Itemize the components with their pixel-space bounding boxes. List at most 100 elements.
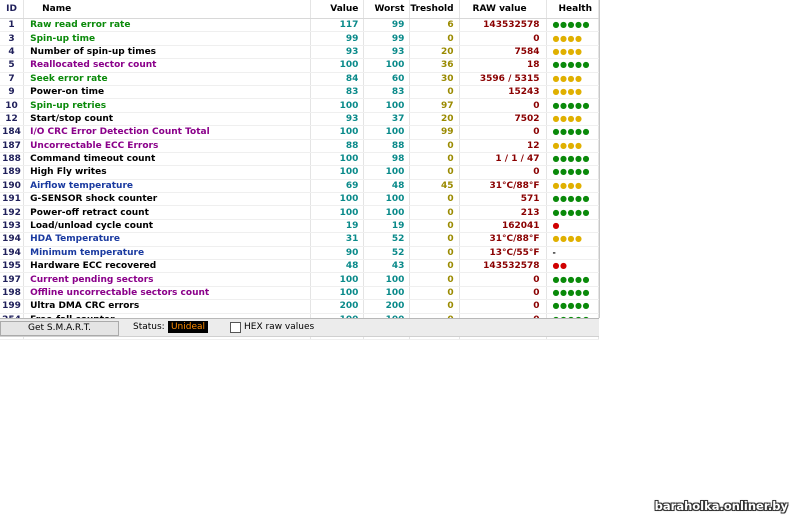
table-row[interactable]: 198 Offline uncorrectable sectors count 10… [0, 286, 600, 301]
table-row[interactable]: 12 Start/stop count 93 37 20 7502 ●●●● [0, 112, 600, 127]
row-name: Minimum temperature [23, 246, 312, 261]
row-value: 69 [310, 179, 365, 194]
table-row[interactable]: 197 Current pending sectors 100 100 0 0 ●●●●● [0, 272, 600, 287]
row-id: 10 [0, 98, 25, 113]
row-value: 93 [310, 112, 365, 127]
header-threshold[interactable]: Treshold [409, 0, 460, 19]
row-name: Airflow temperature [23, 179, 312, 194]
row-id: 7 [0, 72, 25, 86]
row-health: ●●●● [546, 45, 600, 60]
table-row[interactable]: 10 Spin-up retries 100 100 97 0 ●●●●● [0, 98, 600, 113]
row-id: 1 [0, 18, 25, 33]
row-name: Start/stop count [23, 112, 312, 127]
table-row[interactable]: 184 I/O CRC Error Detection Count Total 10… [0, 125, 600, 140]
row-raw: 7502 [459, 112, 547, 127]
row-value: 84 [310, 72, 365, 86]
row-worst: 99 [363, 31, 411, 46]
table-row[interactable]: 1 Raw read error rate 117 99 6 143532578 ●●●●● [0, 18, 600, 33]
row-health: ●●●● [546, 232, 600, 247]
row-threshold: 0 [409, 259, 460, 274]
row-name: Hardware ECC recovered [23, 259, 312, 274]
row-id: 195 [0, 259, 25, 274]
row-value: 31 [310, 232, 365, 247]
row-threshold: 0 [409, 205, 460, 220]
get-smart-button[interactable]: Get S.M.A.R.T. [0, 321, 119, 336]
row-name: Number of spin-up times [23, 45, 312, 60]
header-value[interactable]: Value [310, 0, 365, 19]
row-raw: 162041 [459, 219, 547, 234]
row-name: High Fly writes [23, 165, 312, 180]
row-health: ●●●● [546, 179, 600, 194]
row-name: Power-off retract count [23, 205, 312, 220]
row-worst: 100 [363, 125, 411, 140]
row-threshold: 36 [409, 58, 460, 73]
row-value: 100 [310, 205, 365, 220]
row-health: ●●●●● [546, 272, 600, 287]
hex-raw-label[interactable]: HEX raw values [244, 322, 314, 333]
row-id: 191 [0, 192, 25, 207]
row-health: ●●●● [546, 139, 600, 153]
row-health: ● [546, 219, 600, 234]
row-worst: 93 [363, 45, 411, 60]
row-name: Power-on time [23, 85, 312, 100]
table-row[interactable]: 188 Command timeout count 100 98 0 1 / 1 / 47… [0, 152, 600, 167]
row-health: - [546, 246, 600, 261]
row-worst: 48 [363, 179, 411, 194]
row-raw: 3596 / 5315 [459, 72, 547, 86]
table-row[interactable]: 9 Power-on time 83 83 0 15243 ●●●● [0, 85, 600, 100]
row-raw: 31°C/88°F [459, 232, 547, 247]
row-threshold: 99 [409, 125, 460, 140]
row-raw: 18 [459, 58, 547, 73]
row-health: ●●●●● [546, 152, 600, 167]
row-health: ●●●●● [546, 299, 600, 314]
table-row[interactable]: 194 Minimum temperature 90 52 0 13°C/55°F - [0, 246, 600, 261]
header-worst[interactable]: Worst [363, 0, 411, 19]
table-row[interactable]: 194 HDA Temperature 31 52 0 31°C/88°F ●●●● [0, 232, 600, 247]
header-id[interactable]: ID [0, 0, 25, 19]
hex-raw-checkbox[interactable] [230, 322, 241, 333]
row-worst: 88 [363, 139, 411, 153]
header-health[interactable]: Health [546, 0, 600, 19]
row-threshold: 0 [409, 139, 460, 153]
table-row[interactable]: 199 Ultra DMA CRC errors 200 200 0 0 ●●●●● [0, 299, 600, 314]
row-id: 194 [0, 246, 25, 261]
row-value: 100 [310, 152, 365, 167]
row-id: 194 [0, 232, 25, 247]
table-row[interactable]: 193 Load/unload cycle count 19 19 0 162041 ● [0, 219, 600, 234]
table-row[interactable]: 5 Reallocated sector count 100 100 36 18 ●●●●● [0, 58, 600, 73]
row-raw: 1 / 1 / 47 [459, 152, 547, 167]
row-worst: 100 [363, 165, 411, 180]
row-threshold: 20 [409, 112, 460, 127]
row-health: ●●●●● [546, 58, 600, 73]
row-threshold: 20 [409, 45, 460, 60]
row-id: 197 [0, 272, 25, 287]
row-worst: 100 [363, 286, 411, 301]
table-row[interactable]: 3 Spin-up time 99 99 0 0 ●●●● [0, 31, 600, 46]
table-row[interactable]: 7 Seek error rate 84 60 30 3596 / 5315 ●●●● [0, 72, 600, 86]
row-name: Reallocated sector count [23, 58, 312, 73]
row-worst: 100 [363, 205, 411, 220]
row-threshold: 0 [409, 299, 460, 314]
row-health: ●● [546, 259, 600, 274]
row-value: 100 [310, 98, 365, 113]
row-name: Uncorrectable ECC Errors [23, 139, 312, 153]
row-id: 188 [0, 152, 25, 167]
row-value: 100 [310, 272, 365, 287]
header-raw[interactable]: RAW value [459, 0, 547, 19]
table-row[interactable]: 187 Uncorrectable ECC Errors 88 88 0 12 ●●●● [0, 139, 600, 153]
table-row[interactable]: 190 Airflow temperature 69 48 45 31°C/88°F ●●●… [0, 179, 600, 194]
row-name: Offline uncorrectable sectors count [23, 286, 312, 301]
table-row[interactable]: 195 Hardware ECC recovered 48 43 0 143532578 ●… [0, 259, 600, 274]
table-row[interactable]: 192 Power-off retract count 100 100 0 213 ●●●●… [0, 205, 600, 220]
row-raw: 0 [459, 286, 547, 301]
row-raw: 213 [459, 205, 547, 220]
table-row[interactable]: 191 G-SENSOR shock counter 100 100 0 571 ●●●●● [0, 192, 600, 207]
row-health: ●●●● [546, 31, 600, 46]
table-row[interactable]: 4 Number of spin-up times 93 93 20 7584 ●●●● [0, 45, 600, 60]
row-value: 200 [310, 299, 365, 314]
row-value: 93 [310, 45, 365, 60]
row-health: ●●●● [546, 85, 600, 100]
status-bar: Get S.M.A.R.T. Status: Unideal HEX raw v… [0, 318, 599, 337]
header-name[interactable]: Name [23, 0, 312, 19]
table-row[interactable]: 189 High Fly writes 100 100 0 0 ●●●●● [0, 165, 600, 180]
